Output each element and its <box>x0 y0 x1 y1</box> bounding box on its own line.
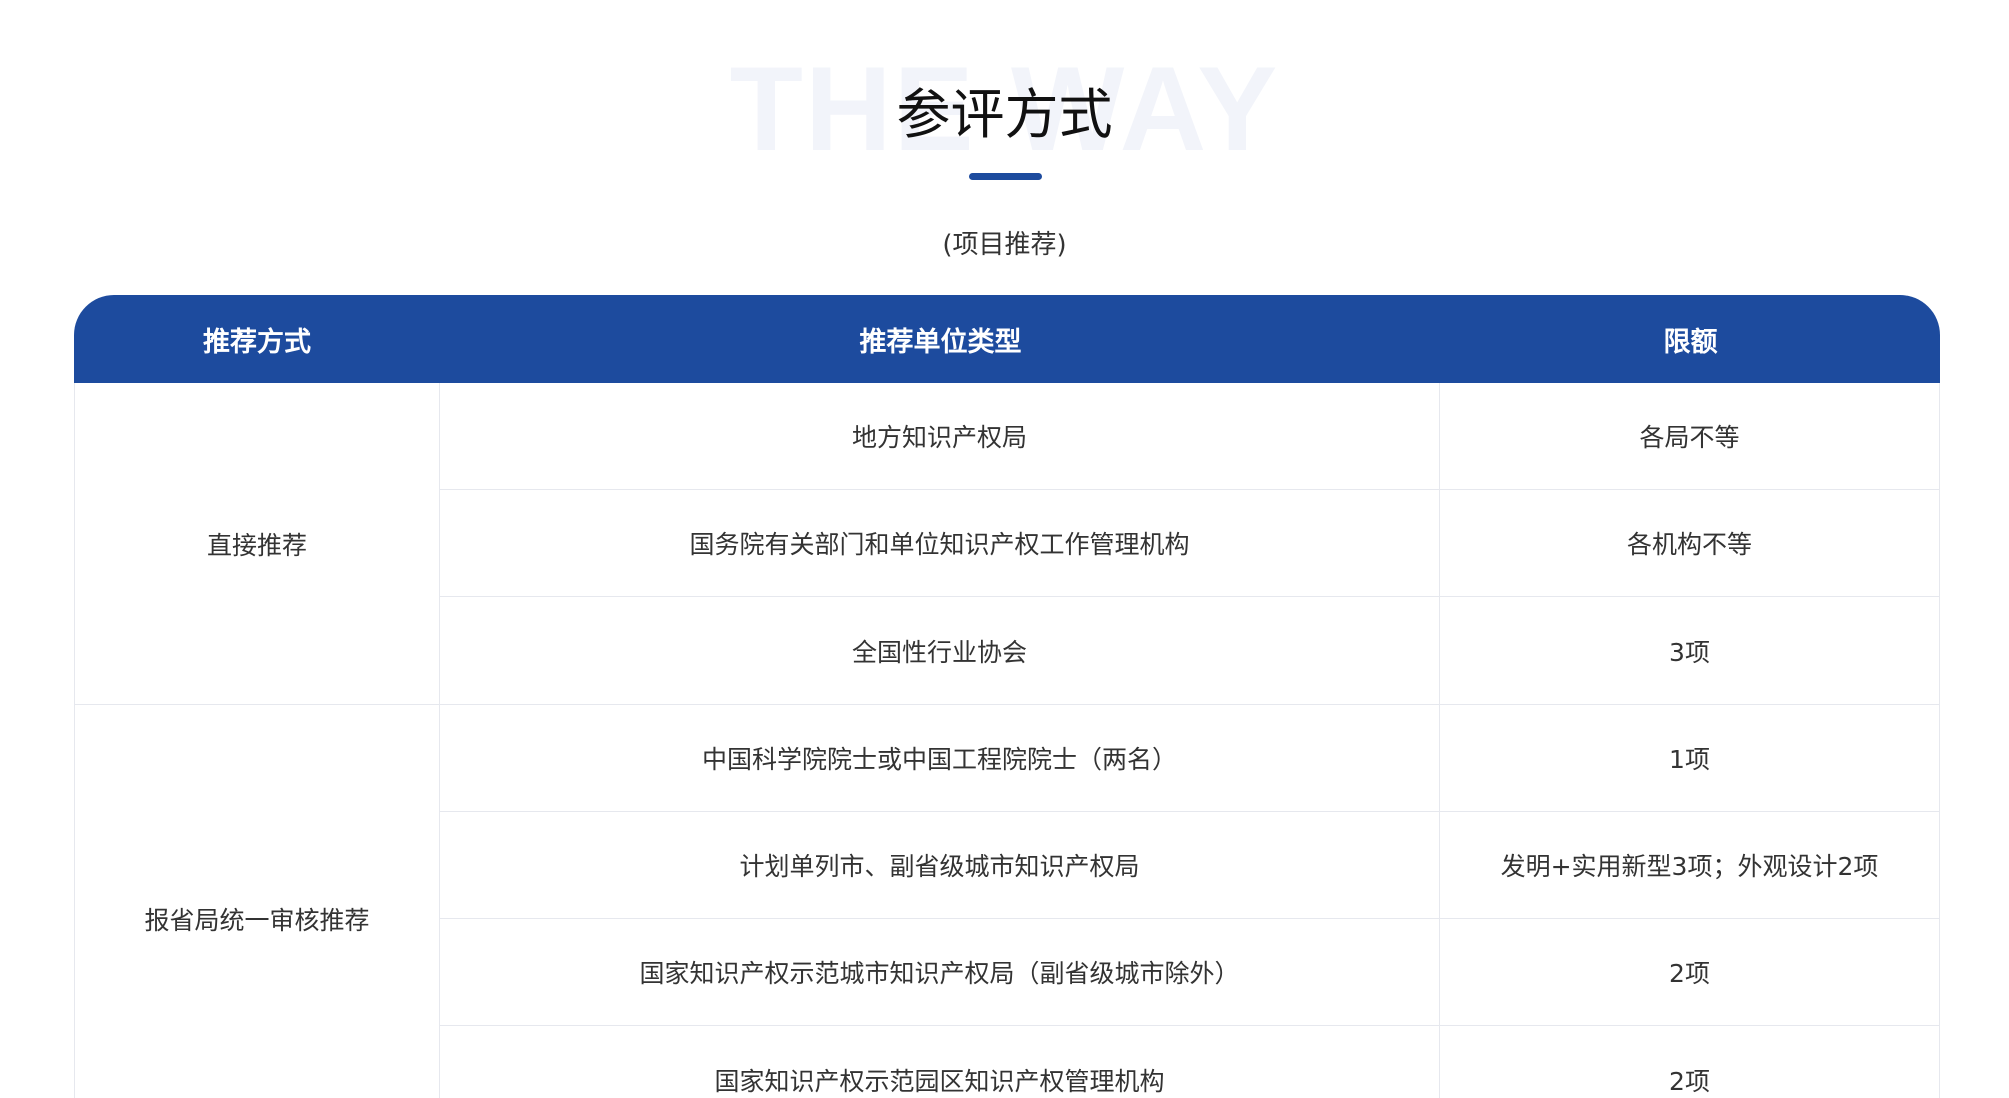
quota-cell: 2项 <box>1669 1066 1710 1096</box>
page: THE WAY 参评方式 (项目推荐) 推荐方式 推荐单位类型 限额 直接推荐 … <box>0 0 2009 1098</box>
table-row: 全国性行业协会 3项 <box>440 597 1939 704</box>
table-header: 推荐方式 推荐单位类型 限额 <box>74 295 1940 383</box>
group-method-cell: 报省局统一审核推荐 <box>75 705 440 1098</box>
quota-cell: 2项 <box>1669 959 1710 988</box>
group-rows: 地方知识产权局 各局不等 国务院有关部门和单位知识产权工作管理机构 各机构不等 … <box>440 383 1939 704</box>
table-row: 中国科学院院士或中国工程院院士（两名） 1项 <box>440 705 1939 812</box>
quota-cell: 各局不等 <box>1639 423 1740 452</box>
unit-type-cell: 全国性行业协会 <box>440 597 1440 704</box>
header-cell-method: 推荐方式 <box>203 326 311 358</box>
table-group-direct: 直接推荐 地方知识产权局 各局不等 国务院有关部门和单位知识产权工作管理机构 各… <box>74 383 1940 705</box>
quota-cell: 3项 <box>1669 637 1710 667</box>
group-rows: 中国科学院院士或中国工程院院士（两名） 1项 计划单列市、副省级城市知识产权局 … <box>440 705 1939 1098</box>
unit-type-cell: 计划单列市、副省级城市知识产权局 <box>440 812 1440 918</box>
section-title: 参评方式 <box>896 83 1113 146</box>
title-underline <box>969 173 1042 180</box>
recommendation-table: 推荐方式 推荐单位类型 限额 直接推荐 地方知识产权局 各局不等 国务院有关部门… <box>74 295 1940 1098</box>
table-row: 计划单列市、副省级城市知识产权局 发明+实用新型3项；外观设计2项 <box>440 812 1939 919</box>
unit-type-cell: 地方知识产权局 <box>440 383 1440 489</box>
quota-cell: 1项 <box>1669 745 1710 774</box>
header-cell-quota: 限额 <box>1663 326 1718 358</box>
header-cell-unit-type: 推荐单位类型 <box>859 326 1022 358</box>
quota-cell: 各机构不等 <box>1626 530 1752 559</box>
section-subtitle: (项目推荐) <box>942 230 1067 260</box>
table-row: 地方知识产权局 各局不等 <box>440 383 1939 490</box>
table-group-provincial: 报省局统一审核推荐 中国科学院院士或中国工程院院士（两名） 1项 计划单列市、副… <box>74 705 1940 1098</box>
unit-type-cell: 国家知识产权示范城市知识产权局（副省级城市除外） <box>440 919 1440 1025</box>
unit-type-cell: 国务院有关部门和单位知识产权工作管理机构 <box>440 490 1440 596</box>
table-row: 国家知识产权示范园区知识产权管理机构 2项 <box>440 1026 1939 1098</box>
table-row: 国务院有关部门和单位知识产权工作管理机构 各机构不等 <box>440 490 1939 597</box>
table-row: 国家知识产权示范城市知识产权局（副省级城市除外） 2项 <box>440 919 1939 1026</box>
quota-cell: 发明+实用新型3项；外观设计2项 <box>1500 852 1879 881</box>
group-method-cell: 直接推荐 <box>75 383 440 704</box>
unit-type-cell: 国家知识产权示范园区知识产权管理机构 <box>440 1026 1440 1098</box>
unit-type-cell: 中国科学院院士或中国工程院院士（两名） <box>440 705 1440 811</box>
